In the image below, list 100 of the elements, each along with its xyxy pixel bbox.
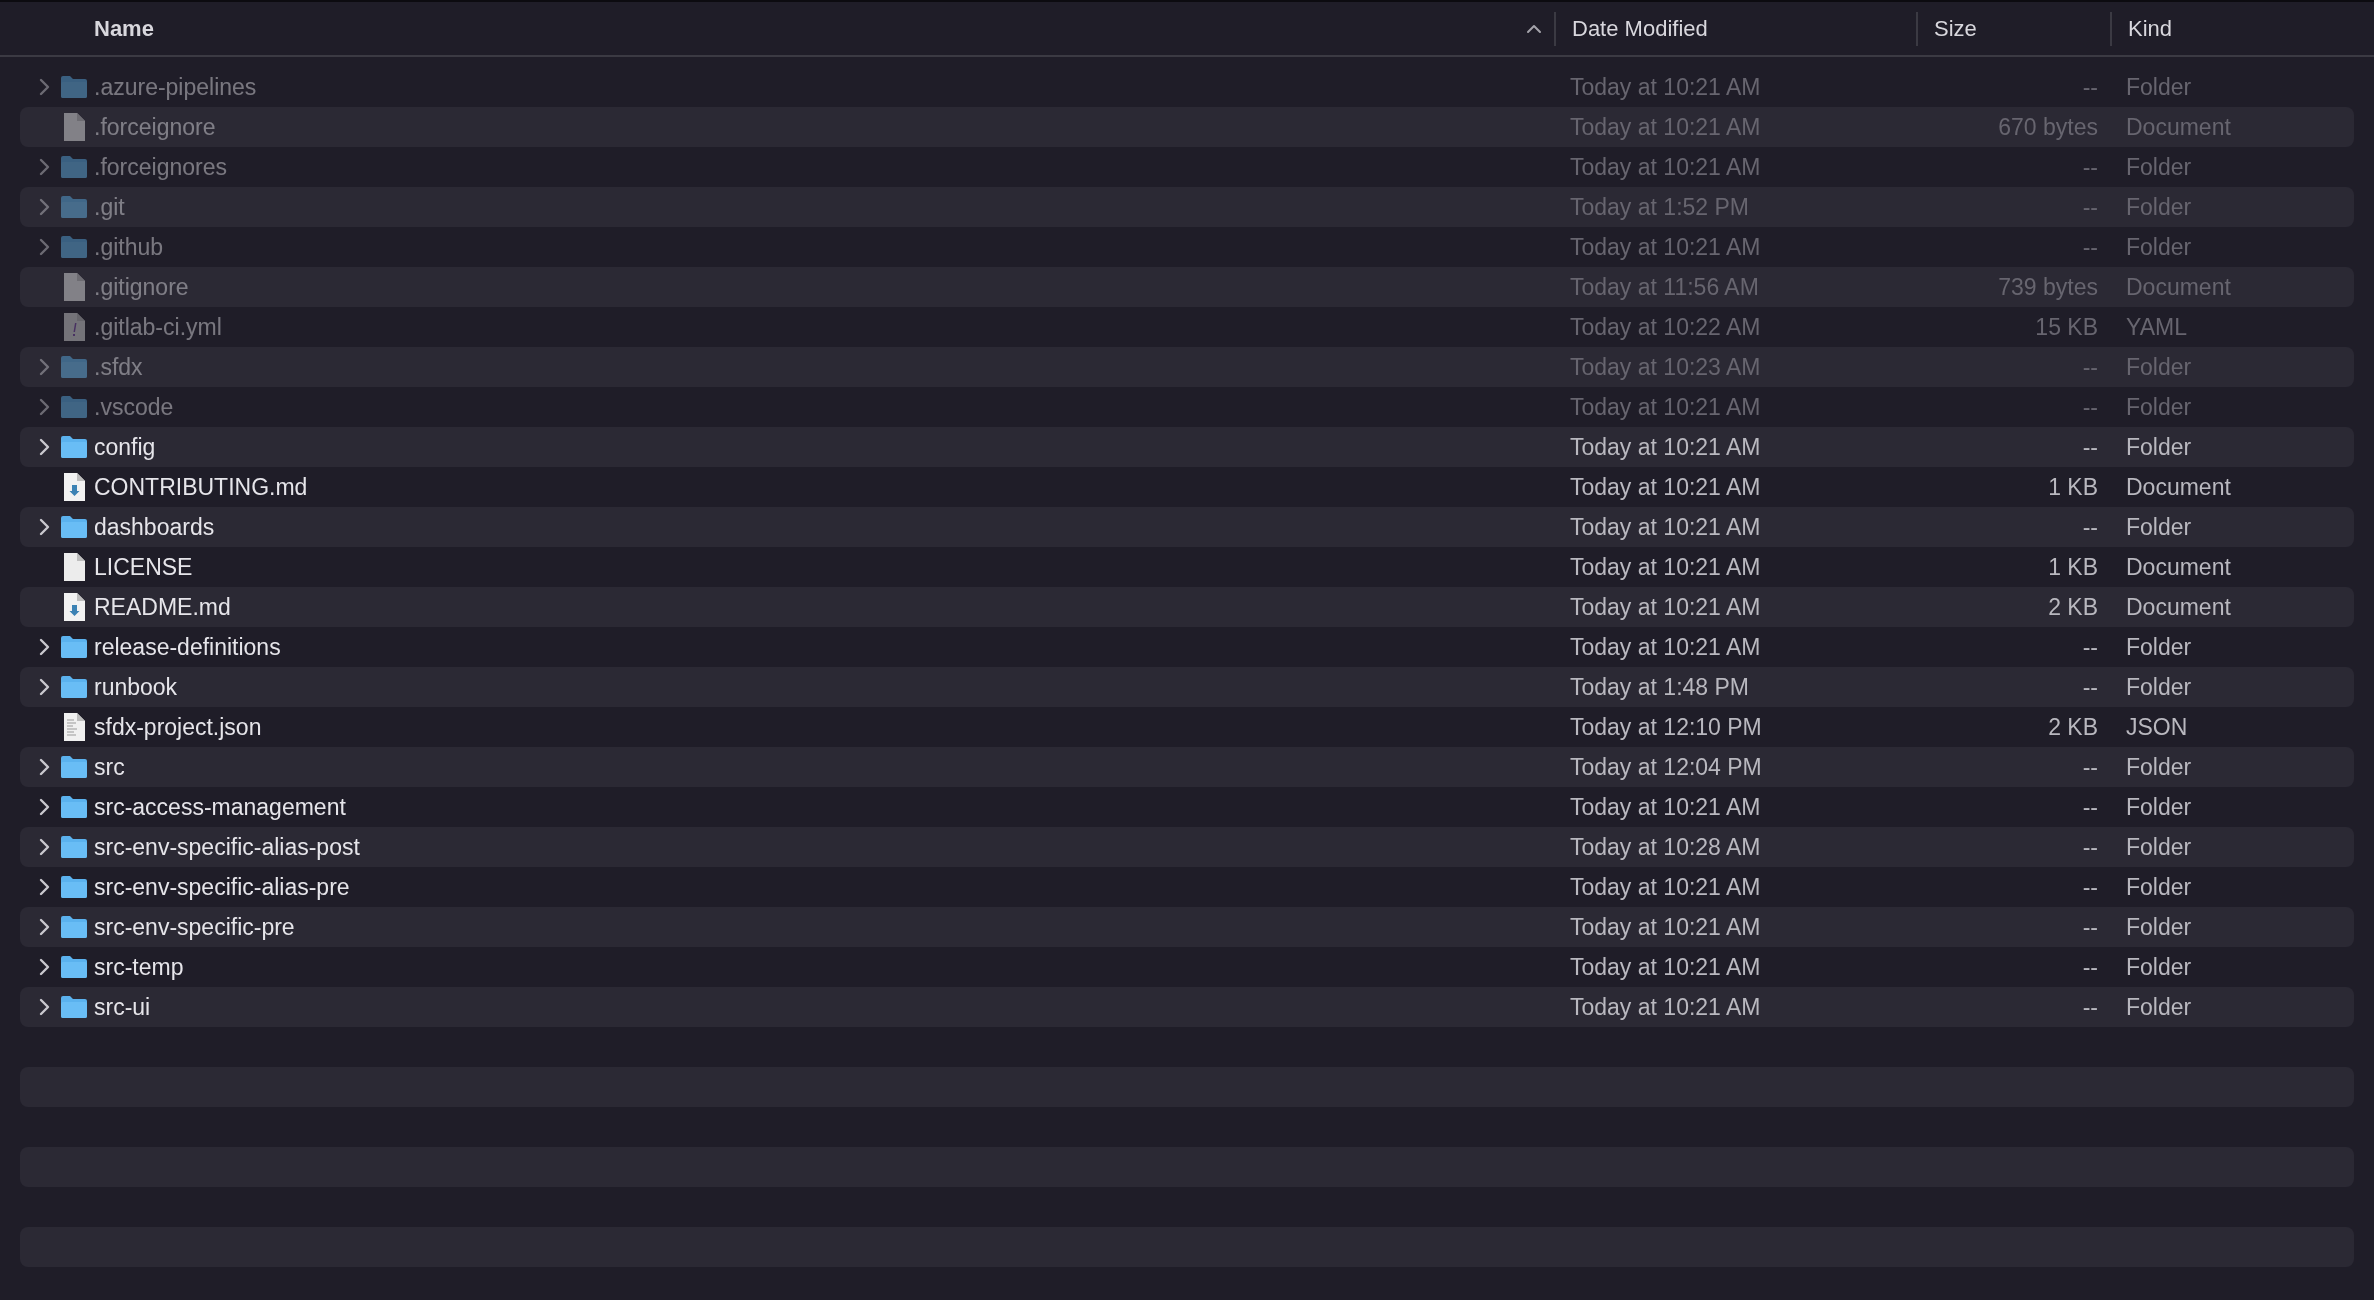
file-kind: Folder — [2125, 993, 2193, 1021]
file-row[interactable]: CONTRIBUTING.md Today at 10:21 AM 1 KB Document — [20, 467, 2354, 507]
file-row[interactable]: release-definitions Today at 10:21 AM -- Folder — [20, 627, 2354, 667]
file-row[interactable]: .github Today at 10:21 AM -- Folder — [20, 227, 2354, 267]
folder-icon — [60, 355, 88, 379]
file-kind: Folder — [2125, 153, 2193, 181]
disclosure-chevron-icon[interactable] — [39, 518, 50, 536]
file-size: -- — [2081, 953, 2099, 981]
file-row[interactable]: README.md Today at 10:21 AM 2 KB Document — [20, 587, 2354, 627]
file-size: -- — [2081, 73, 2099, 101]
disclosure-chevron-icon[interactable] — [39, 878, 50, 896]
document-icon — [62, 112, 86, 142]
file-kind: Folder — [2125, 913, 2193, 941]
column-header[interactable]: Size — [1934, 15, 1977, 42]
file-row[interactable]: sfdx-project.json Today at 12:10 PM 2 KB JSON — [20, 707, 2354, 747]
folder-icon — [60, 875, 88, 899]
file-kind: Document — [2125, 113, 2232, 141]
sort-ascending-icon[interactable] — [1526, 23, 1542, 34]
disclosure-chevron-icon[interactable] — [39, 638, 50, 656]
date-modified: Today at 10:28 AM — [1569, 833, 1762, 861]
file-kind: Folder — [2125, 833, 2193, 861]
file-row[interactable]: config Today at 10:21 AM -- Folder — [20, 427, 2354, 467]
file-row[interactable]: src-env-specific-pre Today at 10:21 AM -- Folder — [20, 907, 2354, 947]
file-row[interactable]: src-env-specific-alias-post Today at 10:28 AM -- Folder — [20, 827, 2354, 867]
file-name: .sfdx — [94, 353, 143, 381]
file-kind: Folder — [2125, 793, 2193, 821]
folder-icon — [60, 795, 88, 819]
file-kind: Document — [2125, 553, 2232, 581]
folder-icon — [60, 635, 88, 659]
file-row[interactable]: .azure-pipelines Today at 10:21 AM -- Folder — [20, 67, 2354, 107]
file-row[interactable]: src-access-management Today at 10:21 AM -- Folder — [20, 787, 2354, 827]
date-modified: Today at 10:21 AM — [1569, 473, 1762, 501]
file-row[interactable]: LICENSE Today at 10:21 AM 1 KB Document — [20, 547, 2354, 587]
date-modified: Today at 10:21 AM — [1569, 873, 1762, 901]
folder-icon — [60, 915, 88, 939]
file-size: -- — [2081, 513, 2099, 541]
file-kind: Folder — [2125, 233, 2193, 261]
file-size: 739 bytes — [1997, 273, 2099, 301]
date-modified: Today at 10:21 AM — [1569, 73, 1762, 101]
file-size: 15 KB — [2034, 313, 2099, 341]
file-kind: Folder — [2125, 633, 2193, 661]
file-name: src-temp — [94, 953, 184, 981]
file-size: 670 bytes — [1997, 113, 2099, 141]
column-header[interactable]: Kind — [2128, 15, 2173, 42]
file-row[interactable]: .gitlab-ci.yml Today at 10:22 AM 15 KB YAML — [20, 307, 2354, 347]
file-name: release-definitions — [94, 633, 281, 661]
file-name: src — [94, 753, 125, 781]
file-row[interactable]: .forceignores Today at 10:21 AM -- Folder — [20, 147, 2354, 187]
date-modified: Today at 12:10 PM — [1569, 713, 1763, 741]
disclosure-chevron-icon[interactable] — [39, 998, 50, 1016]
folder-icon — [60, 675, 88, 699]
file-size: 1 KB — [2047, 473, 2099, 501]
folder-icon — [60, 515, 88, 539]
file-name: .git — [94, 193, 125, 221]
date-modified: Today at 10:21 AM — [1569, 553, 1762, 581]
document-icon — [62, 552, 86, 582]
file-kind: Folder — [2125, 433, 2193, 461]
file-row[interactable]: .forceignore Today at 10:21 AM 670 bytes Document — [20, 107, 2354, 147]
file-row[interactable]: .git Today at 1:52 PM -- Folder — [20, 187, 2354, 227]
file-row[interactable]: .vscode Today at 10:21 AM -- Folder — [20, 387, 2354, 427]
disclosure-chevron-icon[interactable] — [39, 958, 50, 976]
file-row[interactable]: runbook Today at 1:48 PM -- Folder — [20, 667, 2354, 707]
file-kind: Folder — [2125, 513, 2193, 541]
date-modified: Today at 10:21 AM — [1569, 433, 1762, 461]
markdown-file-icon — [62, 472, 86, 502]
file-row[interactable]: src Today at 12:04 PM -- Folder — [20, 747, 2354, 787]
folder-icon — [60, 955, 88, 979]
file-row[interactable]: .sfdx Today at 10:23 AM -- Folder — [20, 347, 2354, 387]
file-name: .gitignore — [94, 273, 189, 301]
file-name: config — [94, 433, 156, 461]
folder-icon — [60, 995, 88, 1019]
file-row[interactable]: .gitignore Today at 11:56 AM 739 bytes Document — [20, 267, 2354, 307]
file-kind: Folder — [2125, 673, 2193, 701]
folder-icon — [60, 395, 88, 419]
file-kind: Document — [2125, 273, 2232, 301]
file-size: -- — [2081, 793, 2099, 821]
date-modified: Today at 10:21 AM — [1569, 793, 1762, 821]
file-name: .forceignores — [94, 153, 227, 181]
column-header[interactable]: Name — [94, 15, 154, 42]
file-row[interactable]: src-env-specific-alias-pre Today at 10:21 AM -- Folder — [20, 867, 2354, 907]
file-name: src-ui — [94, 993, 151, 1021]
date-modified: Today at 1:48 PM — [1569, 673, 1750, 701]
disclosure-chevron-icon[interactable] — [39, 438, 50, 456]
file-row[interactable]: src-temp Today at 10:21 AM -- Folder — [20, 947, 2354, 987]
file-kind: Document — [2125, 593, 2232, 621]
yaml-file-icon — [62, 312, 86, 342]
folder-icon — [60, 155, 88, 179]
file-name: src-env-specific-alias-pre — [94, 873, 350, 901]
file-row[interactable]: dashboards Today at 10:21 AM -- Folder — [20, 507, 2354, 547]
disclosure-chevron-icon[interactable] — [39, 758, 50, 776]
file-size: -- — [2081, 233, 2099, 261]
file-name: runbook — [94, 673, 178, 701]
disclosure-chevron-icon[interactable] — [39, 798, 50, 816]
file-kind: JSON — [2125, 713, 2189, 741]
disclosure-chevron-icon[interactable] — [39, 918, 50, 936]
column-header[interactable]: Date Modified — [1572, 15, 1708, 42]
date-modified: Today at 10:21 AM — [1569, 113, 1762, 141]
disclosure-chevron-icon[interactable] — [39, 838, 50, 856]
file-row[interactable]: src-ui Today at 10:21 AM -- Folder — [20, 987, 2354, 1027]
disclosure-chevron-icon[interactable] — [39, 678, 50, 696]
